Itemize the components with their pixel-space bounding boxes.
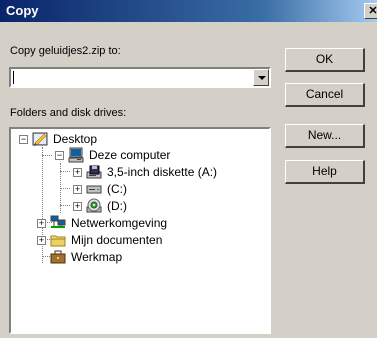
expand-icon[interactable]: + [73,184,82,194]
floppy-drive-icon [86,165,102,179]
expand-icon[interactable]: + [37,235,46,245]
tree-line [42,155,52,156]
desktop-icon [32,132,48,146]
expand-icon[interactable]: + [37,218,46,228]
tree-item-label: Werkmap [71,250,123,264]
tree-item-label: (C:) [107,182,127,196]
title-bar[interactable]: Copy ✕ [0,0,377,22]
tree-item-deze-computer[interactable]: − Deze computer [55,147,171,163]
expand-icon[interactable]: + [73,167,82,177]
tree-line [60,188,70,189]
text-caret [13,71,14,84]
network-icon [50,215,66,228]
tree-item-mijn-documenten[interactable]: + Mijn documenten [37,232,163,248]
ok-button[interactable]: OK [285,48,365,72]
copy-to-label: Copy geluidjes2.zip to: [10,45,121,57]
tree-item-label: Deze computer [89,148,171,162]
expand-icon[interactable]: + [73,201,82,211]
hard-drive-icon [86,185,102,194]
tree-item-label: Netwerkomgeving [71,216,168,230]
tree-item-label: Desktop [53,132,98,146]
tree-line [60,171,70,172]
tree-item-label: 3,5-inch diskette (A:) [107,165,218,179]
cd-drive-icon [86,198,102,213]
tree-item-drive-c[interactable]: + (C:) [73,181,128,197]
folder-icon [50,235,66,247]
tree-item-werkmap[interactable]: Werkmap [50,249,123,265]
window-title: Copy [6,3,39,18]
tree-item-diskette-a[interactable]: + 3,5-inch diskette (A:) [73,164,218,180]
tree-item-netwerkomgeving[interactable]: + Netwerkomgeving [37,215,168,231]
briefcase-icon [50,250,66,264]
tree-item-drive-d[interactable]: + (D:) [73,198,128,214]
folders-label: Folders and disk drives: [10,107,127,119]
computer-icon [68,147,84,163]
tree-line [60,205,70,206]
close-button[interactable]: ✕ [364,3,377,19]
tree-item-label: (D:) [107,199,127,213]
destination-combobox[interactable] [9,67,271,88]
collapse-icon[interactable]: − [19,134,28,144]
folder-tree[interactable]: − Desktop − Deze computer + 3,5-inch dis… [9,127,271,334]
collapse-icon[interactable]: − [55,150,64,160]
new-folder-button[interactable]: New... [285,124,365,148]
tree-item-desktop[interactable]: − Desktop [19,131,98,147]
help-button[interactable]: Help [285,160,365,184]
tree-item-label: Mijn documenten [71,233,163,247]
cancel-button[interactable]: Cancel [285,83,365,107]
dropdown-arrow-icon[interactable] [253,69,269,86]
